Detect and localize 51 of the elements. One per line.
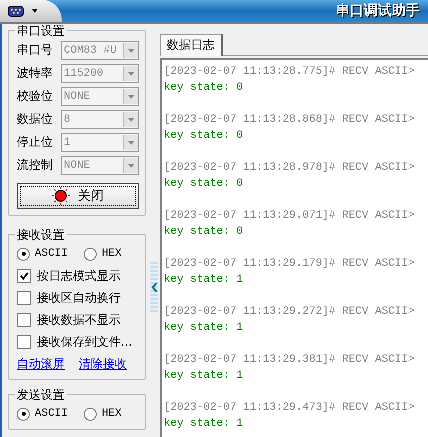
- field-label: 波特率: [17, 65, 54, 82]
- link[interactable]: 清除接收: [79, 356, 127, 372]
- log-message: key state: 0: [164, 225, 244, 240]
- log-header: [2023-02-07 11:13:28.775]# RECV ASCII>: [164, 65, 416, 80]
- log-header: [2023-02-07 11:13:29.071]# RECV ASCII>: [164, 209, 416, 224]
- log-header: [2023-02-07 11:13:29.179]# RECV ASCII>: [164, 257, 416, 272]
- checkmark-icon: [20, 272, 28, 280]
- collapse-splitter[interactable]: [150, 262, 158, 312]
- log-header: [2023-02-07 11:13:28.868]# RECV ASCII>: [164, 113, 416, 128]
- dropdown-arrow-icon: [128, 94, 134, 98]
- dropdown-arrow-icon: [128, 72, 134, 76]
- checkbox[interactable]: [17, 291, 31, 305]
- field-label: 流控制: [17, 157, 54, 174]
- checkbox[interactable]: [17, 313, 31, 327]
- radio-option[interactable]: ASCII: [17, 248, 68, 260]
- dropdown-arrow-icon: [128, 140, 134, 144]
- close-port-button[interactable]: 关闭: [17, 183, 139, 209]
- log-header: [2023-02-07 11:13:29.473]# RECV ASCII>: [164, 401, 416, 416]
- dropdown-arrow-icon: [128, 118, 134, 122]
- option-label: 接收数据不显示: [37, 312, 121, 328]
- log-header: [2023-02-07 11:13:29.272]# RECV ASCII>: [164, 305, 416, 320]
- field-label: 串口号: [17, 42, 54, 59]
- log-header: [2023-02-07 11:13:28.978]# RECV ASCII>: [164, 161, 416, 176]
- log-message: key state: 0: [164, 81, 244, 96]
- log-message: key state: 1: [164, 417, 244, 432]
- log-message: key state: 1: [164, 321, 244, 336]
- serial-port-icon: [8, 6, 24, 16]
- option-label: 接收保存到文件...: [37, 334, 132, 350]
- log-message: key state: 1: [164, 273, 244, 288]
- tab[interactable]: 数据日志: [160, 34, 223, 56]
- dropdown-arrow-icon: [128, 48, 134, 52]
- field-label: 校验位: [17, 88, 54, 105]
- option-label: 接收区自动换行: [37, 290, 121, 306]
- field-label: 停止位: [17, 134, 54, 151]
- dropdown-arrow-icon: [128, 164, 134, 168]
- option-label: 按日志模式显示: [37, 268, 121, 284]
- radio-option[interactable]: HEX: [84, 248, 122, 260]
- checkbox[interactable]: [17, 269, 31, 283]
- radio-option[interactable]: ASCII: [17, 408, 68, 420]
- group-title: 接收设置: [15, 227, 67, 244]
- log-header: [2023-02-07 11:13:29.381]# RECV ASCII>: [164, 353, 416, 368]
- field-label: 数据位: [17, 111, 54, 128]
- app-menu-button[interactable]: [0, 0, 62, 22]
- log-message: key state: 0: [164, 129, 244, 144]
- log-message: key state: 1: [164, 369, 244, 384]
- log-message: key state: 0: [164, 177, 244, 192]
- window-title: 串口调试助手: [336, 2, 421, 20]
- caret-icon: [32, 9, 38, 13]
- link[interactable]: 自动滚屏: [17, 356, 65, 372]
- radio-option[interactable]: HEX: [84, 408, 122, 420]
- checkbox[interactable]: [17, 335, 31, 349]
